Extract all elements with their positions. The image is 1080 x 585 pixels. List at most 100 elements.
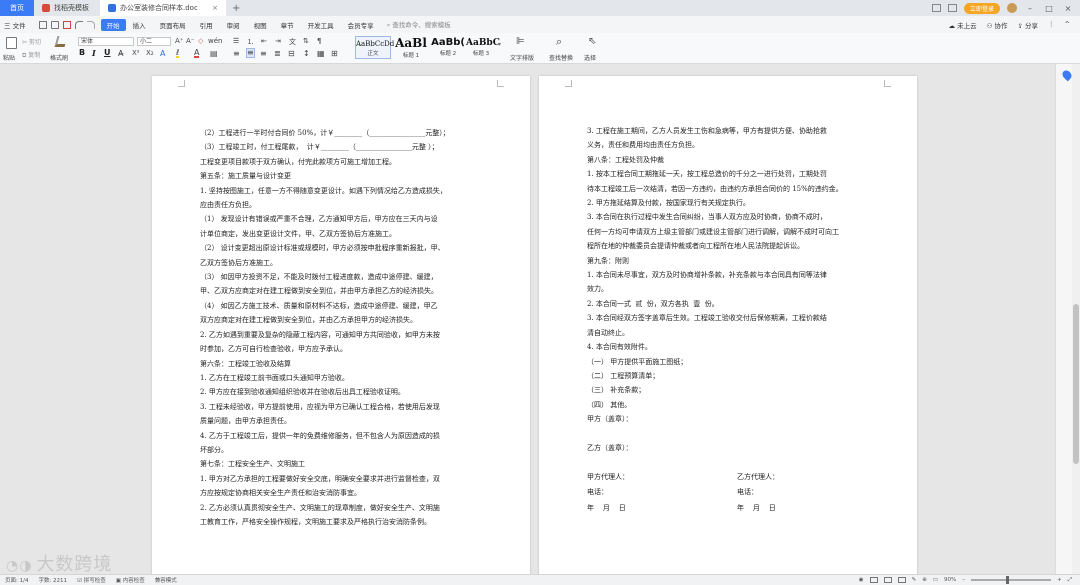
document-line[interactable]: 2. 甲方应在接到验收通知组织验收并在验收后出具工程验收证明。: [200, 385, 498, 399]
line-spacing-icon[interactable]: ↕: [303, 49, 310, 58]
document-line[interactable]: 效力。: [587, 282, 887, 296]
document-line[interactable]: （一） 甲方提供平面施工图纸；: [587, 355, 887, 369]
underline-button[interactable]: U: [104, 48, 111, 57]
zoom-slider-knob[interactable]: [1005, 576, 1009, 584]
content-check[interactable]: ▣ 内容检查: [111, 576, 150, 584]
clear-format-icon[interactable]: ◇: [198, 37, 203, 45]
outline-view-icon[interactable]: [883, 577, 892, 583]
document-line[interactable]: 清自动终止。: [587, 326, 887, 340]
document-line[interactable]: 甲、乙双方应商定对在建工程做到安全到位，并由甲方承担乙方的经济损失。: [200, 284, 498, 298]
zoom-slider[interactable]: [970, 576, 1051, 584]
signature-field-left[interactable]: 电话：: [587, 485, 737, 499]
format-painter-icon[interactable]: [54, 36, 68, 47]
signature-row[interactable]: 电话： 电话：: [587, 485, 887, 499]
decrease-indent-icon[interactable]: ⇤: [261, 37, 267, 45]
signature-row[interactable]: 年 月 日年 月 日: [587, 501, 887, 515]
document-line[interactable]: （4） 如因乙方施工技术、质量和原材料不达标，造成中途停建、缓建，甲乙: [200, 299, 498, 313]
sort-icon[interactable]: ⇅: [303, 37, 309, 45]
justify-icon[interactable]: ≣: [274, 49, 281, 58]
write-mode-icon[interactable]: ✎: [912, 577, 917, 583]
borders-icon[interactable]: ⊞: [331, 49, 338, 58]
signature-field-left[interactable]: 甲方代理人：: [587, 470, 737, 484]
pinyin-icon[interactable]: wén: [208, 37, 222, 45]
align-center-icon[interactable]: ≡: [246, 48, 255, 58]
signature-field-right[interactable]: 乙方代理人：: [737, 470, 887, 484]
document-line[interactable]: 第七条：工程安全生产、文明施工: [200, 457, 498, 471]
document-line[interactable]: 工程变更项目款项于双方确认，付完此款项方可施工增加工程。: [200, 155, 498, 169]
page-indicator[interactable]: 页面: 1/4: [0, 576, 33, 584]
document-line[interactable]: 坏部分。: [200, 443, 498, 457]
align-left-icon[interactable]: ≡: [233, 49, 240, 58]
italic-button[interactable]: I: [92, 48, 96, 58]
superscript-icon[interactable]: X²: [132, 49, 140, 57]
document-line[interactable]: 工教育工作，严格安全操作规程，文明施工要求及严格执行治安消防条例。: [200, 515, 498, 529]
zoom-out-icon[interactable]: –: [962, 577, 965, 583]
globe-icon[interactable]: ⊕: [922, 577, 927, 583]
more-icon[interactable]: ⋮: [1048, 20, 1055, 30]
distributed-icon[interactable]: ⊟: [288, 49, 295, 58]
numbered-list-icon[interactable]: ⒈: [247, 37, 254, 47]
document-page-left[interactable]: （2）工程进行一半时付合同价 50%，计￥________（__________…: [152, 76, 530, 574]
style-normal[interactable]: AaBbCcDd 正文: [355, 36, 394, 59]
document-line[interactable]: [587, 515, 887, 516]
document-area[interactable]: （2）工程进行一半时付合同价 50%，计￥________（__________…: [0, 64, 1070, 574]
chinese-layout-icon[interactable]: 文: [289, 37, 296, 47]
document-line[interactable]: 1. 坚持按图施工，任意一方不得随意变更设计。如遇下列情况给乙方造成损失，: [200, 184, 498, 198]
font-name-select[interactable]: 宋体: [78, 37, 134, 46]
zoom-level[interactable]: 90%: [944, 577, 956, 583]
vertical-scrollbar[interactable]: [1072, 64, 1080, 574]
char-border-icon[interactable]: ▤: [210, 49, 218, 58]
minimize-icon[interactable]: –: [1024, 4, 1036, 13]
word-count[interactable]: 字数: 2211: [33, 576, 72, 584]
signature-field-left[interactable]: 年 月 日: [587, 501, 737, 515]
signature-row[interactable]: 甲方代理人： 乙方代理人：: [587, 470, 887, 484]
document-line[interactable]: 乙方（盖章）：: [587, 441, 887, 455]
document-line[interactable]: 第九条：附则: [587, 254, 887, 268]
zoom-in-icon[interactable]: +: [1057, 577, 1062, 583]
menu-review[interactable]: 审阅: [220, 20, 247, 30]
eye-protect-icon[interactable]: ◉: [859, 577, 864, 583]
menu-view[interactable]: 视图: [247, 20, 274, 30]
grow-font-icon[interactable]: A⁺: [175, 37, 183, 45]
document-line[interactable]: [587, 455, 887, 469]
document-line[interactable]: 第六条：工程竣工验收及结算: [200, 357, 498, 371]
fullscreen-icon[interactable]: ⤢: [1068, 577, 1072, 584]
strikethrough-icon[interactable]: A̶: [118, 49, 123, 58]
font-color-icon[interactable]: A: [194, 49, 200, 58]
document-line[interactable]: 任何一方均可申请双方上级主管部门或建设主管部门进行调解，调解不成时可向工: [587, 225, 887, 239]
format-painter-label[interactable]: 格式刷: [50, 53, 68, 62]
print-icon[interactable]: [50, 20, 59, 29]
document-line[interactable]: 质量问题，由甲方承担责任。: [200, 414, 498, 428]
cloud-status[interactable]: ☁ 未上云: [949, 20, 977, 30]
document-line[interactable]: 时参加，乙方可自行检查验收，甲方应予承认。: [200, 342, 498, 356]
close-window-icon[interactable]: ×: [1062, 4, 1074, 13]
document-line[interactable]: 2. 乙方如遇到重要及复杂的隐蔽工程内容，可通知甲方共同验收，如甲方未按: [200, 328, 498, 342]
font-size-select[interactable]: 小二: [137, 37, 171, 46]
scrollbar-thumb[interactable]: [1073, 304, 1079, 464]
document-line[interactable]: 甲方（盖章）：: [587, 412, 887, 426]
export-pdf-icon[interactable]: [62, 20, 71, 29]
document-line[interactable]: 程所在地的仲裁委员会提请仲裁或者向工程所在地人民法院提起诉讼。: [587, 239, 887, 253]
document-line[interactable]: [587, 427, 887, 441]
increase-indent-icon[interactable]: ⇥: [275, 37, 281, 45]
document-line[interactable]: 3. 工程在施工期间，乙方人员发生工伤和急病等，甲方有提供方便、协助抢救: [587, 124, 887, 138]
tab-template[interactable]: 找稻壳模板: [34, 0, 100, 16]
zoom-fit-icon[interactable]: ▭: [933, 577, 938, 583]
redo-icon[interactable]: [86, 20, 95, 29]
style-heading-2[interactable]: AaBb( 标题 2: [430, 36, 466, 59]
cut-button[interactable]: ✂ 剪切: [22, 37, 41, 46]
text-effect-icon[interactable]: A: [160, 49, 165, 58]
text-layout-icon[interactable]: ⊫: [516, 36, 525, 47]
document-line[interactable]: （1） 发现设计有错误或严重不合理，乙方通知甲方后，甲方应在三天内与设: [200, 212, 498, 226]
document-line[interactable]: 3. 本合同经双方签字盖章后生效。工程竣工验收交付后保修期满，工程价款结: [587, 311, 887, 325]
command-search[interactable]: ⌕ 查找命令、搜索模板: [387, 19, 451, 30]
menu-page-layout[interactable]: 页面布局: [153, 20, 193, 30]
maximize-icon[interactable]: □: [1043, 4, 1055, 13]
document-line[interactable]: 应由责任方负担。: [200, 198, 498, 212]
close-tab-icon[interactable]: ×: [212, 4, 218, 12]
avatar[interactable]: [1007, 3, 1017, 13]
document-line[interactable]: 计单位商定，发出变更设计文件，甲、乙双方签协后方准施工。: [200, 227, 498, 241]
style-heading-1[interactable]: AaBl 标题 1: [393, 36, 429, 59]
menu-chapter[interactable]: 章节: [274, 20, 301, 30]
document-line[interactable]: 1. 本合同未尽事宜，双方及时协商增补条款，补充条款与本合同具有同等法律: [587, 268, 887, 282]
